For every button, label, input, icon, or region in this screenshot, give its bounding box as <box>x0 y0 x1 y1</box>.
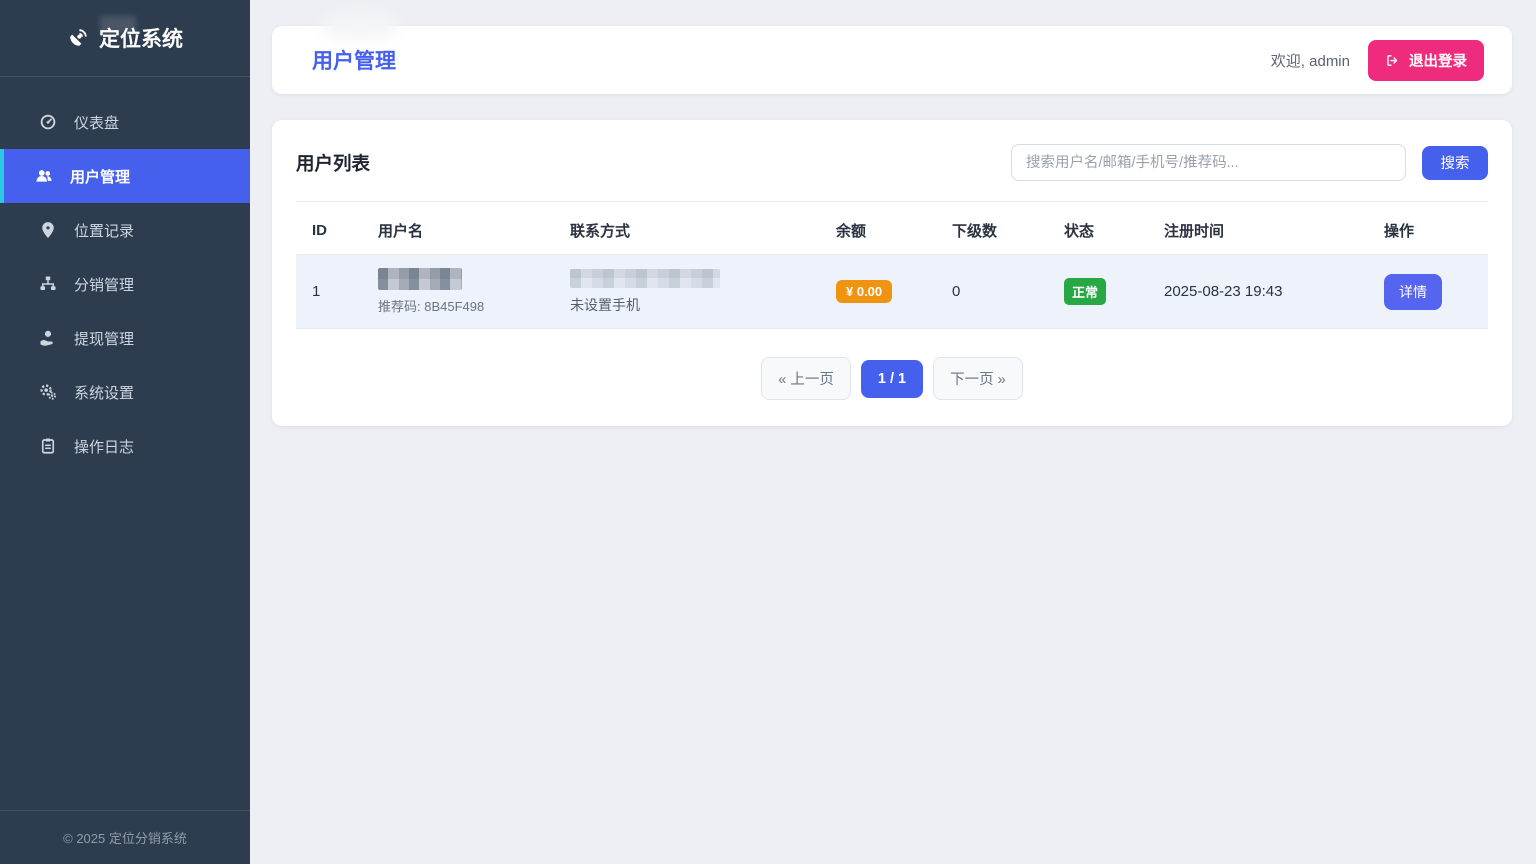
sidebar-item-label: 系统设置 <box>74 382 134 403</box>
cell-subordinates: 0 <box>936 255 1048 329</box>
page-title: 用户管理 <box>312 45 396 75</box>
col-header-status: 状态 <box>1048 204 1148 255</box>
header-actions: 欢迎, admin 退出登录 <box>1271 40 1484 81</box>
divider <box>296 201 1488 202</box>
cell-id: 1 <box>296 255 362 329</box>
status-badge: 正常 <box>1064 278 1106 305</box>
col-header-balance: 余额 <box>820 204 936 255</box>
next-page-button[interactable]: 下一页 » <box>933 357 1023 400</box>
sidebar-item-locations[interactable]: 位置记录 <box>0 203 250 257</box>
users-icon <box>34 166 54 186</box>
search-input[interactable] <box>1011 144 1406 181</box>
header-bar: 用户管理 欢迎, admin 退出登录 <box>272 26 1512 94</box>
current-page-button[interactable]: 1 / 1 <box>861 360 923 398</box>
clipboard-list-icon <box>38 436 58 456</box>
panel-head: 用户列表 搜索 <box>296 144 1488 181</box>
sidebar-footer: © 2025 定位分销系统 <box>0 810 250 864</box>
sidebar-menu: 仪表盘 用户管理 位置记录 分销管理 提现管理 系统设置 <box>0 77 250 473</box>
table-row: 1 推荐码: 8B45F498 未设置手机 ¥ 0.00 0 <box>296 255 1488 329</box>
detail-button[interactable]: 详情 <box>1384 274 1442 310</box>
cell-status: 正常 <box>1048 255 1148 329</box>
sidebar-item-label: 用户管理 <box>70 166 130 187</box>
main-content: 用户管理 欢迎, admin 退出登录 用户列表 搜索 <box>250 0 1536 864</box>
map-marker-icon <box>38 220 58 240</box>
cell-contact: 未设置手机 <box>554 255 820 329</box>
sidebar-item-withdrawals[interactable]: 提现管理 <box>0 311 250 365</box>
censored-username <box>378 268 462 290</box>
cell-actions: 详情 <box>1368 255 1488 329</box>
col-header-contact: 联系方式 <box>554 204 820 255</box>
col-header-registered: 注册时间 <box>1148 204 1368 255</box>
sidebar: 定位系统 仪表盘 用户管理 位置记录 分销管理 提现管理 <box>0 0 250 864</box>
sign-out-icon <box>1385 53 1400 68</box>
gears-icon <box>38 382 58 402</box>
col-header-actions: 操作 <box>1368 204 1488 255</box>
referral-code: 推荐码: 8B45F498 <box>378 296 554 315</box>
cell-username: 推荐码: 8B45F498 <box>362 255 554 329</box>
sidebar-item-label: 仪表盘 <box>74 112 119 133</box>
hand-holding-money-icon <box>38 328 58 348</box>
sidebar-item-settings[interactable]: 系统设置 <box>0 365 250 419</box>
table-header-row: ID 用户名 联系方式 余额 下级数 状态 注册时间 操作 <box>296 204 1488 255</box>
blur-artifact <box>320 12 400 40</box>
copyright-text: © 2025 定位分销系统 <box>63 828 187 847</box>
panel-title: 用户列表 <box>296 150 370 176</box>
censored-contact <box>570 269 720 288</box>
sidebar-item-distribution[interactable]: 分销管理 <box>0 257 250 311</box>
brand: 定位系统 <box>0 0 250 77</box>
search-area: 搜索 <box>1011 144 1488 181</box>
sidebar-item-label: 位置记录 <box>74 220 134 241</box>
app-root: 定位系统 仪表盘 用户管理 位置记录 分销管理 提现管理 <box>0 0 1536 864</box>
blur-artifact <box>100 16 136 33</box>
cell-balance: ¥ 0.00 <box>820 255 936 329</box>
satellite-dish-icon <box>67 27 89 49</box>
dashboard-icon <box>38 112 58 132</box>
sidebar-item-users[interactable]: 用户管理 <box>0 149 250 203</box>
logout-button[interactable]: 退出登录 <box>1368 40 1484 81</box>
search-button[interactable]: 搜索 <box>1422 146 1488 180</box>
col-header-subordinates: 下级数 <box>936 204 1048 255</box>
cell-registered: 2025-08-23 19:43 <box>1148 255 1368 329</box>
logout-label: 退出登录 <box>1409 50 1467 71</box>
col-header-username: 用户名 <box>362 204 554 255</box>
prev-page-button[interactable]: « 上一页 <box>761 357 851 400</box>
sidebar-item-label: 操作日志 <box>74 436 134 457</box>
users-table: ID 用户名 联系方式 余额 下级数 状态 注册时间 操作 1 <box>296 204 1488 329</box>
sidebar-item-label: 提现管理 <box>74 328 134 349</box>
col-header-id: ID <box>296 204 362 255</box>
welcome-text: 欢迎, admin <box>1271 50 1350 71</box>
user-list-panel: 用户列表 搜索 ID 用户名 联系方式 余额 <box>272 120 1512 426</box>
sidebar-item-dashboard[interactable]: 仪表盘 <box>0 95 250 149</box>
sidebar-item-logs[interactable]: 操作日志 <box>0 419 250 473</box>
sitemap-icon <box>38 274 58 294</box>
balance-badge: ¥ 0.00 <box>836 280 892 303</box>
sidebar-item-label: 分销管理 <box>74 274 134 295</box>
pagination: « 上一页 1 / 1 下一页 » <box>296 357 1488 400</box>
phone-note: 未设置手机 <box>570 295 820 315</box>
